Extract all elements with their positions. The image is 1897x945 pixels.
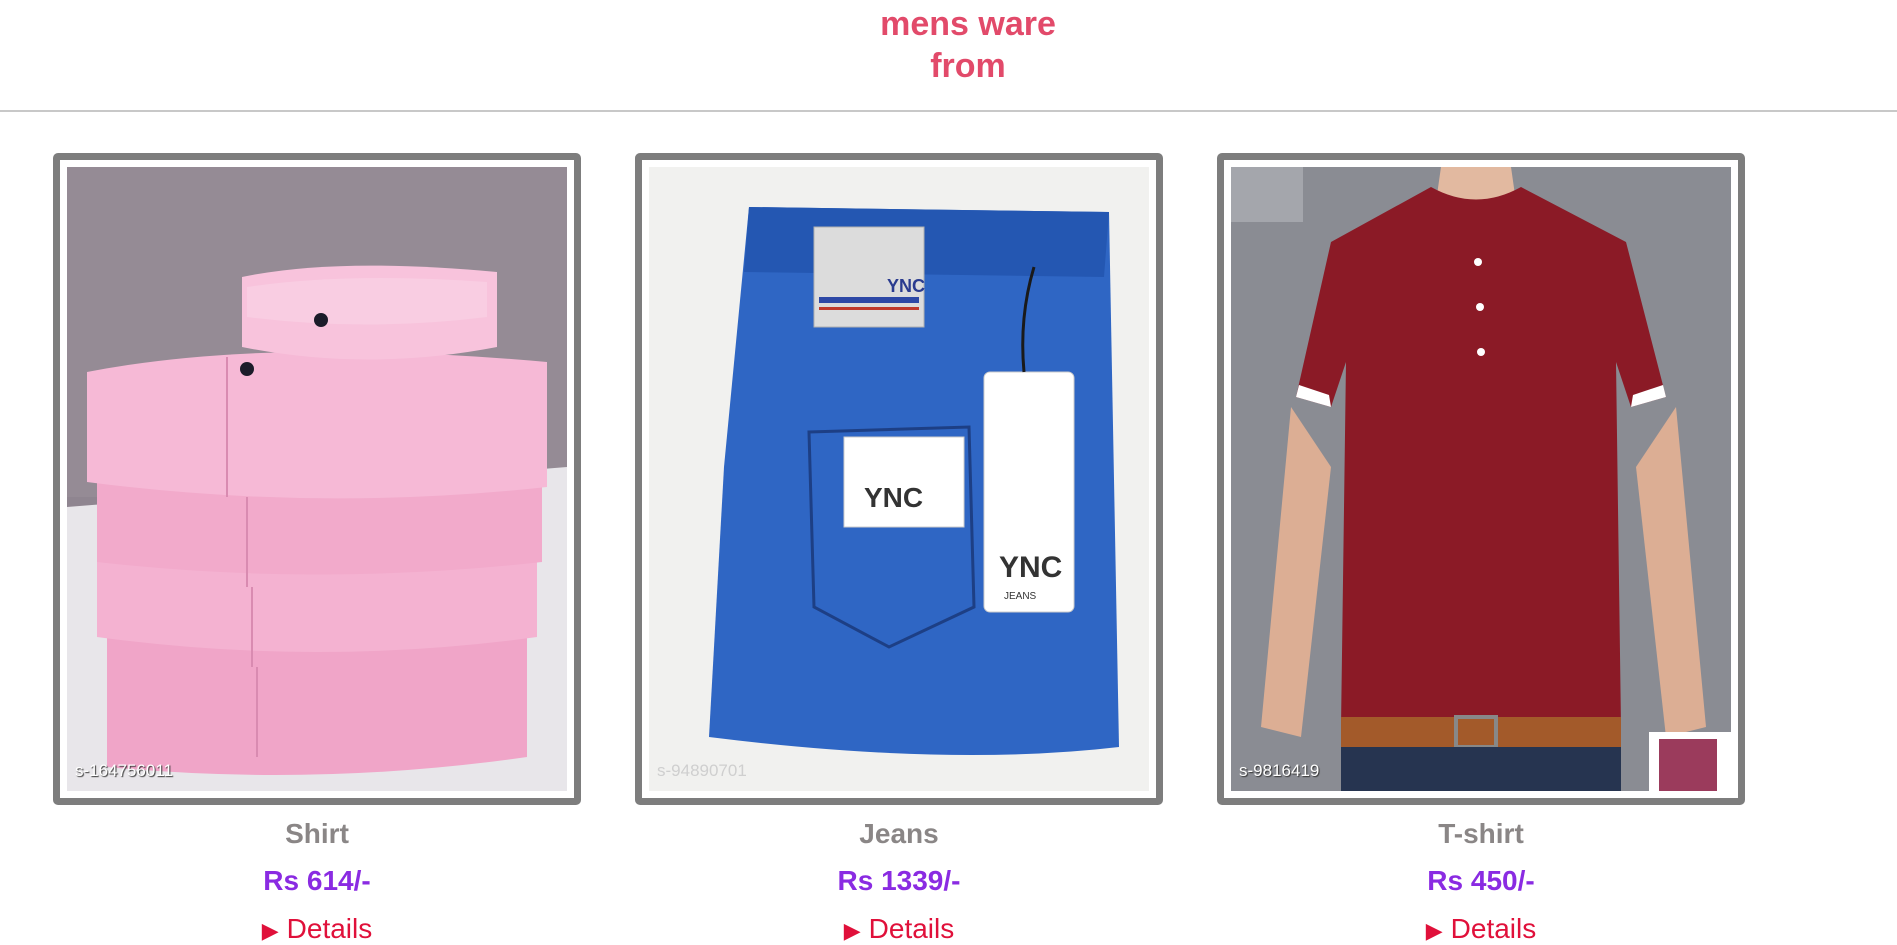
product-image-jeans[interactable]: YNC YNC YNC JEANS s-94890701 bbox=[649, 167, 1149, 791]
product-card-jeans[interactable]: YNC YNC YNC JEANS s-94890701 Jeans Rs 13… bbox=[635, 153, 1163, 944]
triangle-right-icon: ▶ bbox=[1425, 918, 1443, 943]
sku-label: s-164756011 bbox=[75, 761, 173, 780]
product-price: Rs 450/- bbox=[1427, 865, 1535, 896]
product-price: Rs 614/- bbox=[263, 865, 371, 896]
product-name: Jeans bbox=[859, 818, 939, 849]
sku-label: s-94890701 bbox=[657, 761, 747, 780]
details-label: Details bbox=[286, 913, 373, 944]
shirt-photo bbox=[67, 167, 567, 791]
pocket-tag-brand: YNC bbox=[864, 482, 923, 513]
hang-tag-sub: JEANS bbox=[1004, 591, 1037, 602]
product-image-shirt[interactable]: s-164756011 bbox=[67, 167, 567, 791]
tshirt-photo bbox=[1231, 167, 1731, 791]
product-price: Rs 1339/- bbox=[837, 865, 961, 896]
product-image-frame[interactable]: s-164756011 bbox=[53, 153, 581, 805]
details-label: Details bbox=[1450, 913, 1537, 944]
product-card-shirt[interactable]: s-164756011 Shirt Rs 614/- ▶ Details bbox=[53, 153, 581, 944]
page-header: mens ware from bbox=[0, 0, 1897, 112]
jeans-patch-brand: YNC bbox=[887, 276, 925, 296]
product-name: Shirt bbox=[285, 818, 349, 849]
page-subtitle: from bbox=[930, 47, 1006, 85]
product-card-tshirt[interactable]: s-9816419 T-shirt Rs 450/- ▶ Details bbox=[1217, 153, 1745, 944]
jeans-photo: YNC YNC YNC JEANS bbox=[649, 167, 1149, 791]
details-label: Details bbox=[868, 913, 955, 944]
product-image-frame[interactable]: s-9816419 bbox=[1217, 153, 1745, 805]
details-link[interactable]: ▶ Details bbox=[53, 913, 581, 945]
triangle-right-icon: ▶ bbox=[843, 918, 861, 943]
triangle-right-icon: ▶ bbox=[261, 918, 279, 943]
sku-label: s-9816419 bbox=[1239, 761, 1320, 780]
details-link[interactable]: ▶ Details bbox=[1217, 913, 1745, 945]
hang-tag-brand: YNC bbox=[999, 551, 1062, 584]
product-image-frame[interactable]: YNC YNC YNC JEANS s-94890701 bbox=[635, 153, 1163, 805]
details-link[interactable]: ▶ Details bbox=[635, 913, 1163, 945]
product-image-tshirt[interactable]: s-9816419 bbox=[1231, 167, 1731, 791]
page-title: mens ware bbox=[880, 5, 1056, 43]
product-name: T-shirt bbox=[1438, 818, 1524, 849]
